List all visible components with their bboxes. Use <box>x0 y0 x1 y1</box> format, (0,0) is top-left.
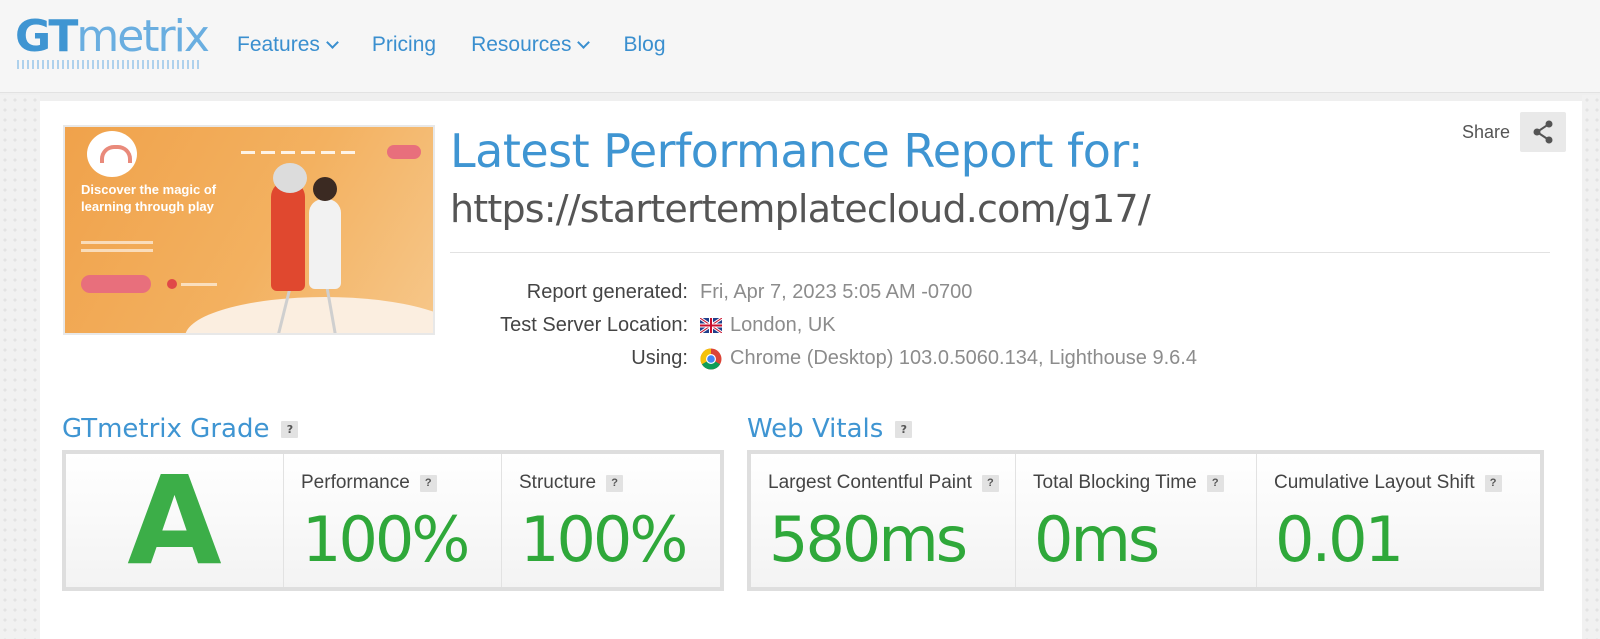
meta-value: Fri, Apr 7, 2023 5:05 AM -0700 <box>700 281 972 304</box>
report-card: Discover the magic of learning through p… <box>40 101 1582 639</box>
meta-key: Test Server Location: <box>500 314 688 336</box>
meta-key: Using: <box>631 347 688 369</box>
structure-label-text: Structure <box>519 472 597 493</box>
meta-value: Chrome (Desktop) 103.0.5060.134, Lightho… <box>700 347 1197 370</box>
logo-metrix: metrix <box>76 11 210 62</box>
share-button[interactable] <box>1520 112 1567 152</box>
meta-value-text: Fri, Apr 7, 2023 5:05 AM -0700 <box>700 281 973 303</box>
thumbnail-subtext <box>81 241 153 257</box>
grade-panel: A Performance ? 100% Structure ? 100% <box>62 450 724 591</box>
grade-section-title: GTmetrix Grade ? <box>62 414 299 444</box>
lcp-label: Largest Contentful Paint ? <box>768 472 999 494</box>
meta-row-using: Using: Chrome (Desktop) 103.0.5060.134, … <box>450 342 1197 375</box>
share-icon <box>1533 120 1553 144</box>
nav-blog-label: Blog <box>623 33 666 56</box>
thumbnail-nav <box>241 151 355 154</box>
thumbnail-headline: Discover the magic of learning through p… <box>81 182 217 214</box>
cls-label-text: Cumulative Layout Shift <box>1274 472 1475 493</box>
children-illustration <box>257 163 377 333</box>
meta-value: London, UK <box>700 314 836 337</box>
meta-row-generated: Report generated: Fri, Apr 7, 2023 5:05 … <box>450 276 1197 309</box>
meta-value-text: Chrome (Desktop) 103.0.5060.134, Lightho… <box>730 347 1197 369</box>
meta-value-text: London, UK <box>730 314 836 336</box>
play-icon <box>167 279 177 289</box>
nav-resources-label: Resources <box>471 33 572 56</box>
grade-help-icon[interactable]: ? <box>281 420 299 438</box>
divider <box>450 252 1550 253</box>
tbt-label: Total Blocking Time ? <box>1033 472 1224 494</box>
nav-features[interactable]: Features <box>237 31 339 59</box>
background-pattern-left <box>0 95 40 639</box>
thumbnail-play-label <box>181 283 217 286</box>
rainbow-logo-icon <box>87 131 137 177</box>
grade-title: GTmetrix Grade <box>62 414 270 444</box>
grade-letter-cell: A <box>66 454 284 587</box>
lcp-label-text: Largest Contentful Paint <box>768 472 972 493</box>
nav-pricing[interactable]: Pricing <box>372 31 436 59</box>
meta-key: Report generated: <box>526 281 688 303</box>
structure-cell: Structure ? 100% <box>502 454 720 587</box>
grade-letter: A <box>127 450 222 592</box>
uk-flag-icon <box>700 318 722 333</box>
report-url: https://startertemplatecloud.com/g17/ <box>450 187 1151 231</box>
logo-ruler-decoration <box>17 60 202 69</box>
nav-pricing-label: Pricing <box>371 33 437 56</box>
top-header: GTmetrix Features Pricing Resources Blog <box>0 0 1600 93</box>
thumbnail-button <box>81 275 151 293</box>
cls-value: 0.01 <box>1275 503 1404 576</box>
page-screenshot-thumbnail[interactable]: Discover the magic of learning through p… <box>63 125 435 335</box>
structure-help-icon[interactable]: ? <box>606 474 624 492</box>
report-title: Latest Performance Report for: <box>450 124 1143 178</box>
logo-gt: GT <box>15 11 78 62</box>
share-label: Share <box>1462 121 1511 142</box>
report-meta: Report generated: Fri, Apr 7, 2023 5:05 … <box>450 276 1197 375</box>
chrome-icon <box>700 348 722 370</box>
performance-value: 100% <box>302 503 470 576</box>
cls-cell: Cumulative Layout Shift ? 0.01 <box>1257 454 1540 587</box>
chevron-down-icon <box>577 35 591 49</box>
background-pattern-right <box>1582 95 1600 639</box>
meta-row-location: Test Server Location: London, UK <box>450 309 1197 342</box>
structure-label: Structure ? <box>519 472 624 494</box>
lcp-help-icon[interactable]: ? <box>981 474 999 492</box>
vitals-help-icon[interactable]: ? <box>895 420 913 438</box>
performance-label: Performance ? <box>301 472 437 494</box>
performance-label-text: Performance <box>301 472 410 493</box>
nav-blog[interactable]: Blog <box>623 31 665 59</box>
chevron-down-icon <box>326 35 339 49</box>
vitals-section-title: Web Vitals ? <box>747 414 913 444</box>
tbt-value: 0ms <box>1034 503 1160 576</box>
main-nav: Features Pricing Resources Blog <box>237 31 701 59</box>
lcp-cell: Largest Contentful Paint ? 580ms <box>751 454 1016 587</box>
nav-features-label: Features <box>237 33 320 56</box>
share-control: Share <box>1462 112 1567 152</box>
cls-label: Cumulative Layout Shift ? <box>1274 472 1502 494</box>
tbt-cell: Total Blocking Time ? 0ms <box>1016 454 1257 587</box>
lcp-value: 580ms <box>769 503 968 576</box>
vitals-panel: Largest Contentful Paint ? 580ms Total B… <box>747 450 1544 591</box>
performance-cell: Performance ? 100% <box>284 454 502 587</box>
tbt-label-text: Total Blocking Time <box>1033 472 1197 493</box>
performance-help-icon[interactable]: ? <box>419 474 437 492</box>
vitals-title: Web Vitals <box>747 414 884 444</box>
nav-resources[interactable]: Resources <box>471 31 591 59</box>
thumbnail-cta-pill <box>387 145 421 159</box>
tbt-help-icon[interactable]: ? <box>1206 474 1224 492</box>
structure-value: 100% <box>520 503 688 576</box>
gtmetrix-logo[interactable]: GTmetrix <box>15 11 210 62</box>
cls-help-icon[interactable]: ? <box>1484 474 1502 492</box>
